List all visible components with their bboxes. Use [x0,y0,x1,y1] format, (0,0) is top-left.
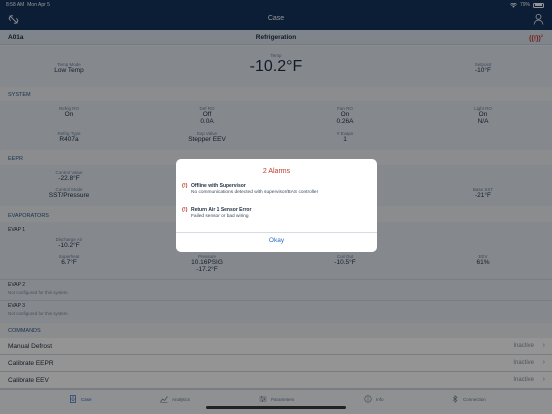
alarms-dialog: 2 Alarms (!) Offline with Supervisor No … [176,159,377,252]
alarm-title: Offline with Supervisor [191,183,246,189]
alarm-description: No communications detected with supervis… [191,190,319,195]
alarms-dialog-title: 2 Alarms [262,168,291,175]
alarm-icon: (!) [182,183,188,189]
alarm-title: Return Air 1 Sensor Error [191,207,252,213]
alarm-icon: (!) [182,207,188,213]
home-indicator[interactable] [206,406,346,409]
alarm-item: (!) Offline with Supervisor No communica… [182,183,372,199]
okay-button[interactable]: Okay [176,237,377,244]
alarm-item: (!) Return Air 1 Sensor Error Failed sen… [182,207,372,223]
alarm-description: Failed sensor or bad wiring [191,214,249,219]
divider [176,232,377,233]
